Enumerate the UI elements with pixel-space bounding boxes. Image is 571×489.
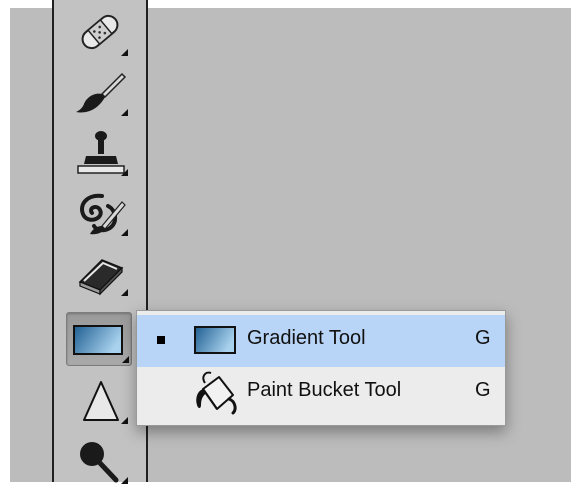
gradient-icon [194,326,236,354]
menu-item-shortcut: G [475,327,491,349]
menu-item-label: Paint Bucket Tool [247,379,402,401]
flyout-indicator [121,109,128,116]
dodge-tool[interactable] [72,436,130,486]
history-brush-tool[interactable] [72,188,130,238]
clone-stamp-tool[interactable] [72,128,130,178]
menu-item-shortcut: G [475,379,491,401]
blur-tool[interactable] [72,376,130,426]
gradient-tool[interactable] [66,312,132,366]
selected-bullet [157,336,165,344]
flyout-indicator [121,229,128,236]
flyout-indicator [121,49,128,56]
flyout-indicator [121,477,128,484]
spot-healing-brush-tool[interactable] [72,8,130,58]
eraser-tool[interactable] [72,248,130,298]
menu-item-gradient-tool[interactable]: Gradient Tool G [137,315,505,367]
menu-item-label: Gradient Tool [247,327,366,349]
tools-panel [52,0,148,484]
menu-item-paint-bucket-tool[interactable]: Paint Bucket Tool G [137,367,505,419]
brush-tool[interactable] [72,68,130,118]
flyout-indicator [122,356,129,363]
photoshop-workspace: Gradient Tool G Paint Bucket Tool G [0,0,571,489]
flyout-indicator [121,417,128,424]
tool-flyout-menu: Gradient Tool G Paint Bucket Tool G [136,310,506,426]
paint-bucket-icon [196,371,237,415]
flyout-indicator [121,289,128,296]
flyout-indicator [121,169,128,176]
